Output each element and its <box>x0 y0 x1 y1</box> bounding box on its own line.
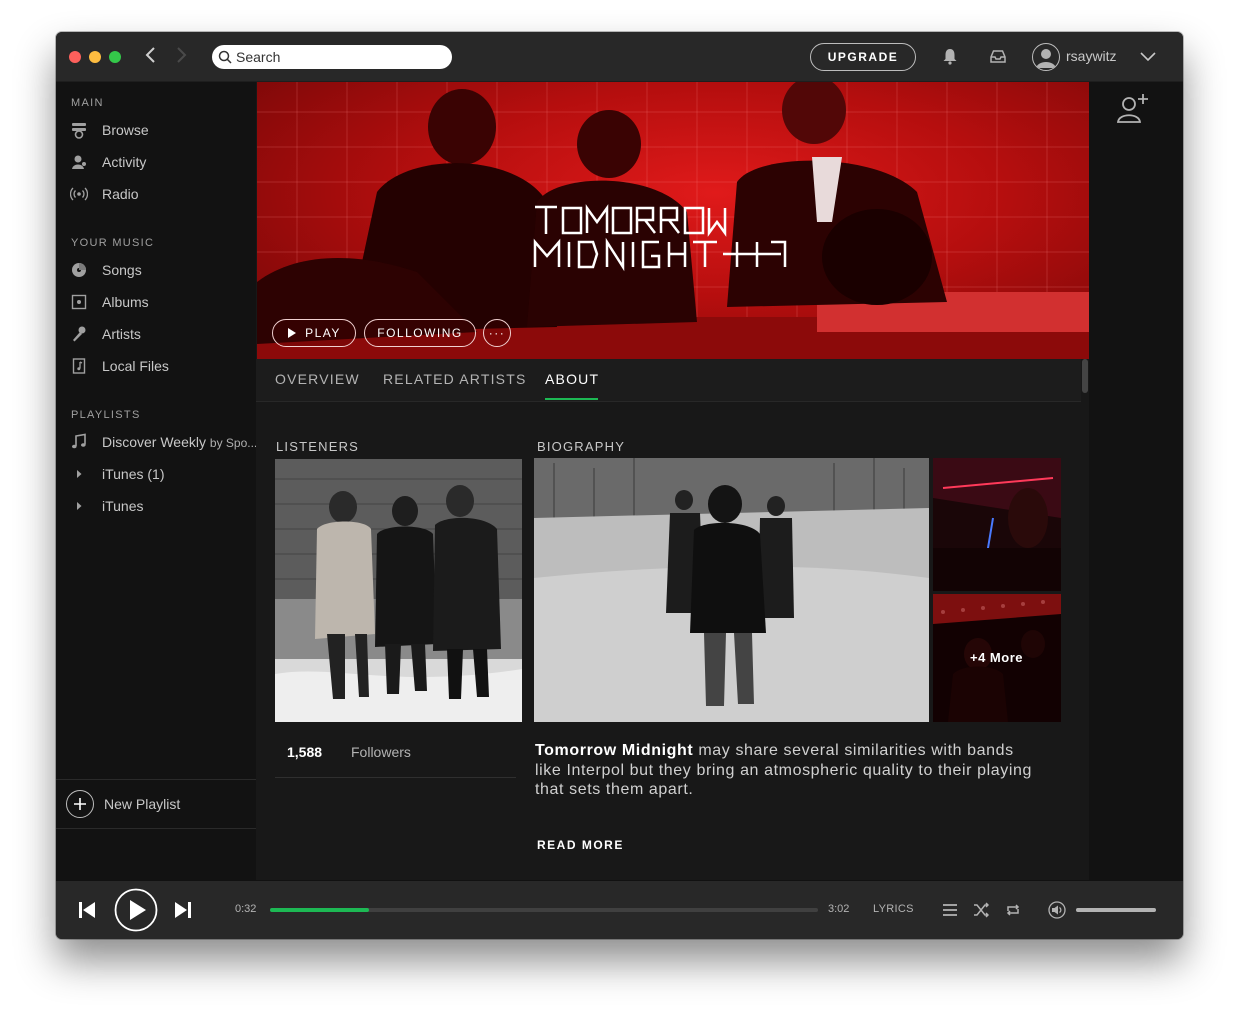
progress-bar[interactable] <box>270 908 818 912</box>
inbox-icon[interactable] <box>989 48 1007 69</box>
active-tab-indicator <box>545 398 598 400</box>
play-pause-button[interactable] <box>114 888 158 937</box>
zoom-window-button[interactable] <box>109 51 121 63</box>
elapsed-time: 0:32 <box>235 903 257 915</box>
duration-time: 3:02 <box>828 903 850 915</box>
browse-icon <box>70 121 88 139</box>
sidebar-item-radio[interactable]: Radio <box>56 180 256 208</box>
biography-photo-thumb-2[interactable]: +4 More <box>933 594 1061 722</box>
artist-tabs: OVERVIEW RELATED ARTISTS ABOUT <box>256 359 1081 402</box>
new-playlist-button[interactable]: New Playlist <box>56 779 256 829</box>
play-button[interactable]: PLAY <box>272 319 356 347</box>
new-playlist-label: New Playlist <box>104 796 181 812</box>
sidebar-item-label: Browse <box>102 122 149 138</box>
player-bar: 0:32 3:02 LYRICS <box>56 880 1183 939</box>
avatar[interactable] <box>1032 43 1060 71</box>
followers-count: 1,588 <box>287 744 323 760</box>
music-note-icon <box>70 433 88 451</box>
sidebar-item-browse[interactable]: Browse <box>56 116 256 144</box>
search-icon <box>218 50 232 64</box>
search-box[interactable] <box>212 45 452 69</box>
followers-label: Followers <box>351 744 411 760</box>
sidebar-item-activity[interactable]: Activity <box>56 148 256 176</box>
following-button[interactable]: FOLLOWING <box>364 319 476 347</box>
forward-arrow-icon[interactable] <box>172 46 192 68</box>
tab-about[interactable]: ABOUT <box>545 371 599 387</box>
sidebar-heading-main: MAIN <box>71 97 104 109</box>
title-bar: UPGRADE rsaywitz <box>56 32 1183 82</box>
sidebar-item-discover-weekly[interactable]: Discover Weekly by Spo... <box>56 428 258 456</box>
sidebar-item-label: Artists <box>102 326 141 342</box>
listeners-photo <box>275 459 522 722</box>
more-options-button[interactable]: ··· <box>483 319 511 347</box>
artists-icon <box>70 325 88 343</box>
search-input[interactable] <box>236 47 441 67</box>
biography-text: Tomorrow Midnight may share several simi… <box>535 741 1035 800</box>
username-label[interactable]: rsaywitz <box>1066 48 1117 64</box>
volume-icon[interactable] <box>1048 901 1066 924</box>
local-files-icon <box>70 357 88 375</box>
sidebar-item-local-files[interactable]: Local Files <box>56 352 256 380</box>
sidebar-item-label: iTunes <box>102 498 144 514</box>
sidebar-item-label: Songs <box>102 262 142 278</box>
notifications-bell-icon[interactable] <box>942 48 958 70</box>
disclosure-triangle-icon[interactable] <box>70 497 88 515</box>
queue-icon[interactable] <box>942 903 958 922</box>
scrollbar[interactable] <box>1082 359 1088 393</box>
sidebar-item-label: Discover Weekly by Spo... <box>102 434 258 450</box>
sidebar-item-itunes[interactable]: iTunes <box>56 492 256 520</box>
tab-related-artists[interactable]: RELATED ARTISTS <box>383 371 527 387</box>
next-track-icon[interactable] <box>174 901 192 924</box>
play-icon <box>288 328 296 338</box>
read-more-link[interactable]: READ MORE <box>537 838 624 852</box>
spotify-window: UPGRADE rsaywitz MAIN Browse Activity Ra… <box>56 32 1183 939</box>
sidebar-item-label: Radio <box>102 186 139 202</box>
play-icon <box>130 900 146 920</box>
albums-icon <box>70 293 88 311</box>
sidebar-item-label: iTunes (1) <box>102 466 165 482</box>
more-photos-label[interactable]: +4 More <box>970 650 1023 665</box>
sidebar-item-artists[interactable]: Artists <box>56 320 256 348</box>
back-arrow-icon[interactable] <box>140 46 160 68</box>
songs-icon <box>70 261 88 279</box>
disclosure-triangle-icon[interactable] <box>70 465 88 483</box>
sidebar-item-itunes-1[interactable]: iTunes (1) <box>56 460 256 488</box>
sidebar-item-albums[interactable]: Albums <box>56 288 256 316</box>
radio-icon <box>69 185 89 203</box>
close-window-button[interactable] <box>69 51 81 63</box>
activity-icon <box>70 153 88 171</box>
biography-photo-thumb-1[interactable] <box>933 458 1061 591</box>
chevron-down-icon[interactable] <box>1140 49 1156 67</box>
sidebar-item-label: Activity <box>102 154 147 170</box>
sidebar-item-songs[interactable]: Songs <box>56 256 256 284</box>
previous-track-icon[interactable] <box>78 901 96 924</box>
shuffle-icon[interactable] <box>973 902 990 923</box>
minimize-window-button[interactable] <box>89 51 101 63</box>
friend-activity-rail <box>1089 82 1183 880</box>
sidebar: MAIN Browse Activity Radio YOUR MUSIC So… <box>56 82 258 880</box>
tab-overview[interactable]: OVERVIEW <box>275 371 360 387</box>
volume-slider[interactable] <box>1076 908 1156 912</box>
sidebar-heading-your-music: YOUR MUSIC <box>71 237 155 249</box>
repeat-icon[interactable] <box>1005 902 1021 923</box>
biography-heading: BIOGRAPHY <box>537 439 626 454</box>
artist-header-image: PLAY FOLLOWING ··· <box>257 82 1089 359</box>
sidebar-item-label: Albums <box>102 294 149 310</box>
plus-icon <box>66 790 94 818</box>
add-friend-icon[interactable] <box>1115 92 1151 131</box>
sidebar-heading-playlists: PLAYLISTS <box>71 409 141 421</box>
upgrade-button[interactable]: UPGRADE <box>810 43 916 71</box>
followers-stat: 1,588 Followers <box>275 737 516 778</box>
lyrics-button[interactable]: LYRICS <box>873 903 914 915</box>
artist-page: PLAY FOLLOWING ··· OVERVIEW RELATED ARTI… <box>256 82 1089 880</box>
volume-fill <box>1076 908 1156 912</box>
sidebar-item-label: Local Files <box>102 358 169 374</box>
progress-fill <box>270 908 369 912</box>
biography-artist-name: Tomorrow Midnight <box>535 742 694 759</box>
listeners-heading: LISTENERS <box>276 439 360 454</box>
biography-photo-main[interactable] <box>534 458 929 722</box>
